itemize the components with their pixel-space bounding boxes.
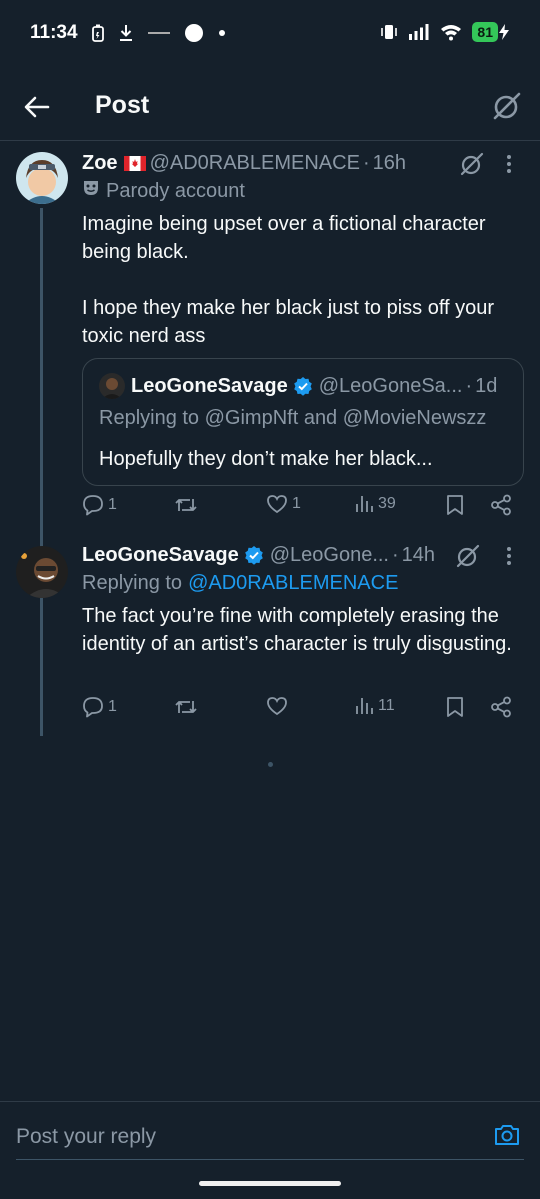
handle[interactable]: @AD0RABLEMENACE	[150, 152, 360, 175]
quoted-post[interactable]: LeoGoneSavage @LeoGoneSa... · 1d Replyin…	[82, 358, 524, 486]
verified-badge-icon	[244, 545, 264, 565]
share-button[interactable]	[490, 696, 512, 718]
reply-input[interactable]	[16, 1122, 476, 1152]
share-icon	[491, 696, 511, 718]
parody-label: Parody account	[106, 179, 245, 202]
grok-icon[interactable]	[460, 152, 484, 181]
separator-dot: ·	[392, 543, 399, 566]
post-actions: 1 11	[82, 696, 522, 726]
quote-replying-to: Replying to @GimpNft and @MovieNewszz	[99, 406, 487, 429]
page-title: Post	[95, 91, 150, 119]
quote-text: Hopefully they don’t make her black...	[99, 448, 433, 470]
repost-icon	[175, 701, 197, 713]
replying-to-label: Replying to	[82, 571, 183, 594]
loading-indicator	[268, 762, 273, 767]
reply-count: 1	[108, 496, 117, 513]
camera-icon	[495, 1125, 519, 1145]
separator-dot: ·	[362, 151, 370, 174]
reply-button[interactable]: 1	[82, 494, 117, 516]
views-button[interactable]: 39	[354, 494, 396, 514]
quote-avatar	[99, 373, 125, 399]
views-icon	[356, 698, 373, 714]
battery-level: 81	[472, 22, 498, 42]
quote-handle: @LeoGoneSa...	[318, 374, 463, 397]
wifi-icon	[440, 23, 462, 41]
reply-button[interactable]: 1	[82, 696, 117, 718]
canada-flag-icon	[123, 155, 146, 171]
verified-badge-icon	[293, 376, 313, 396]
download-icon	[118, 24, 134, 42]
timestamp[interactable]: 16h	[373, 152, 406, 175]
signal-icon	[408, 23, 430, 41]
heart-icon	[267, 495, 287, 514]
repost-button[interactable]	[174, 494, 202, 516]
header-divider	[0, 140, 540, 141]
reply-count: 1	[108, 698, 117, 715]
composer-divider	[0, 1101, 540, 1102]
grok-icon	[493, 92, 521, 120]
bookmark-button[interactable]	[446, 696, 464, 718]
reply-icon	[83, 697, 103, 718]
dot-icon	[218, 29, 226, 37]
home-indicator[interactable]	[199, 1181, 341, 1186]
share-button[interactable]	[490, 494, 512, 516]
parody-mask-icon	[82, 179, 100, 203]
repost-icon	[175, 499, 197, 511]
like-count: 1	[292, 495, 301, 512]
repost-button[interactable]	[174, 696, 202, 718]
reply-composer	[16, 1116, 524, 1160]
display-name[interactable]: Zoe	[82, 152, 118, 175]
thread-connector-line	[40, 208, 43, 736]
bookmark-icon	[447, 495, 463, 515]
replying-to: Replying to @AD0RABLEMENACE	[82, 570, 524, 596]
camera-button[interactable]	[492, 1120, 522, 1150]
quote-display-name: LeoGoneSavage	[131, 374, 288, 397]
views-count: 39	[378, 495, 396, 512]
battery-icon: 81	[472, 22, 510, 42]
heart-icon	[267, 697, 287, 716]
bookmark-icon	[447, 697, 463, 717]
share-icon	[491, 494, 511, 516]
post-actions: 1 1 39	[82, 494, 522, 524]
sim-icon	[91, 24, 104, 42]
quote-timestamp: 1d	[475, 374, 498, 397]
handle[interactable]: @LeoGone...	[270, 544, 389, 567]
post-text: The fact you’re fine with completely era…	[82, 605, 512, 655]
grok-icon[interactable]	[456, 544, 480, 573]
bookmark-button[interactable]	[446, 494, 464, 516]
top-app-bar: Post	[0, 72, 540, 140]
separator-dot: ·	[465, 374, 473, 397]
avatar[interactable]	[16, 152, 68, 204]
display-name[interactable]: LeoGoneSavage	[82, 544, 239, 567]
circle-icon	[184, 23, 204, 43]
status-time: 11:34	[30, 22, 78, 43]
timestamp[interactable]: 14h	[402, 544, 435, 567]
views-button[interactable]: 11	[354, 696, 395, 716]
status-bar: 11:34 81	[0, 0, 540, 68]
more-options-icon[interactable]	[506, 546, 512, 571]
arrow-left-icon	[24, 96, 50, 118]
replying-to-mention[interactable]: @AD0RABLEMENACE	[188, 572, 398, 595]
grok-button[interactable]	[490, 89, 524, 123]
like-button[interactable]: 1	[266, 494, 301, 514]
like-button[interactable]	[266, 696, 292, 716]
vibrate-icon	[380, 24, 398, 40]
reply-icon	[83, 495, 103, 516]
more-options-icon[interactable]	[506, 154, 512, 179]
views-icon	[356, 496, 373, 512]
app-notification-icon	[147, 29, 170, 37]
post-screen: 11:34 81 Post Zoe @AD0RABLEMENACE · 16h …	[0, 0, 540, 1199]
post-text: Imagine being upset over a fictional cha…	[82, 213, 495, 347]
views-count: 11	[378, 697, 395, 714]
back-button[interactable]	[20, 90, 54, 124]
avatar[interactable]	[16, 546, 68, 598]
